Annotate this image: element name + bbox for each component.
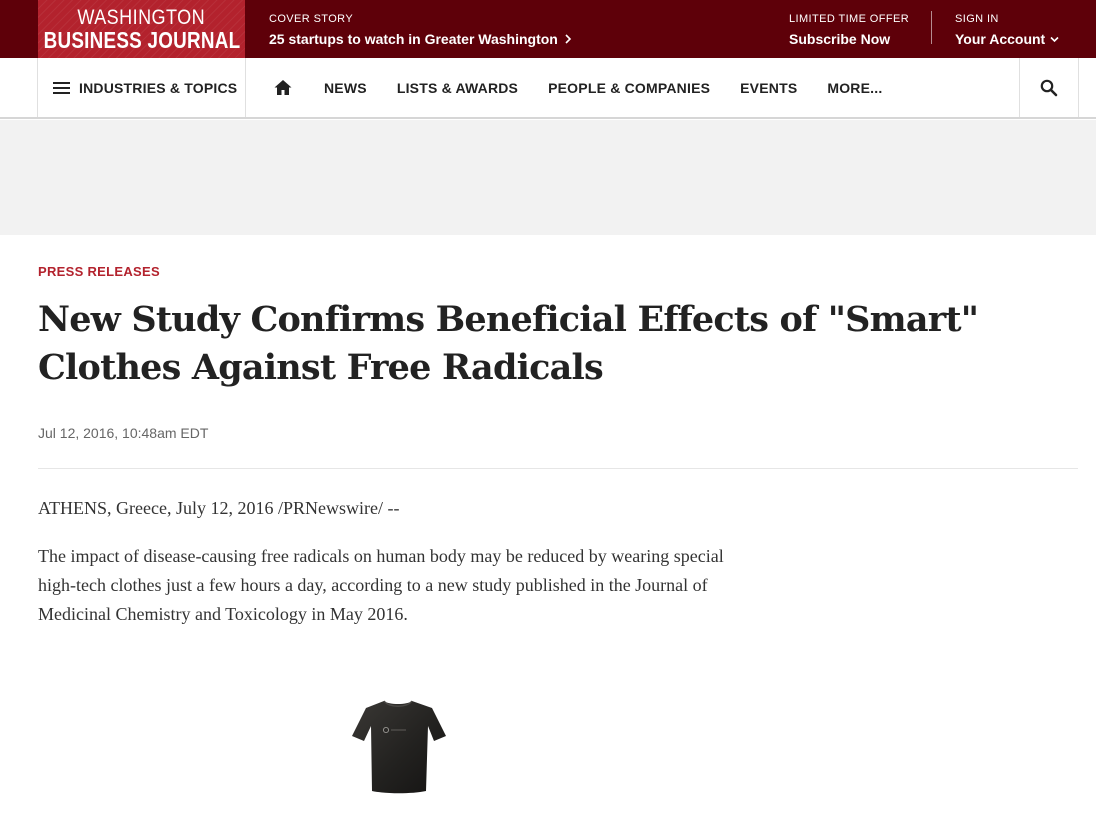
subscribe-now-link[interactable]: Subscribe Now [789, 29, 909, 49]
nav-links: NEWS LISTS & AWARDS PEOPLE & COMPANIES E… [273, 58, 912, 117]
cover-story-title[interactable]: 25 startups to watch in Greater Washingt… [269, 29, 572, 49]
industries-topics-menu[interactable]: INDUSTRIES & TOPICS [37, 58, 246, 117]
your-account-dropdown[interactable]: Your Account [955, 29, 1059, 49]
offer-eyebrow: LIMITED TIME OFFER [789, 13, 910, 25]
subscribe-offer[interactable]: LIMITED TIME OFFER Subscribe Now [789, 12, 909, 49]
topbar-divider [931, 11, 932, 44]
search-icon [1040, 79, 1058, 96]
article-divider [38, 468, 1078, 469]
industries-topics-label: INDUSTRIES & TOPICS [79, 79, 238, 96]
ad-banner-slot [0, 120, 1096, 235]
site-logo[interactable]: WASHINGTON BUSINESS JOURNAL [38, 0, 245, 58]
logo-line-1: WASHINGTON [77, 5, 206, 29]
nav-more[interactable]: MORE... [827, 80, 882, 96]
hamburger-icon [53, 81, 70, 94]
sign-in-menu[interactable]: SIGN IN Your Account [955, 12, 1059, 49]
cover-story-title-text: 25 startups to watch in Greater Washingt… [269, 31, 558, 47]
your-account-label: Your Account [955, 31, 1046, 47]
sign-in-eyebrow: SIGN IN [955, 13, 999, 25]
chevron-down-icon [1050, 36, 1059, 42]
article-headline: New Study Confirms Beneficial Effects of… [38, 299, 979, 388]
nav-people-companies[interactable]: PEOPLE & COMPANIES [548, 80, 710, 96]
article-date: Jul 12, 2016, 10:48am EDT [38, 425, 209, 441]
main-nav: INDUSTRIES & TOPICS NEWS LISTS & AWARDS … [0, 58, 1096, 119]
home-icon[interactable] [273, 78, 293, 98]
tshirt-product-image [352, 700, 446, 794]
cover-story-link[interactable]: COVER STORY 25 startups to watch in Grea… [269, 12, 572, 49]
nav-events[interactable]: EVENTS [740, 80, 797, 96]
nav-news[interactable]: NEWS [324, 80, 367, 96]
article-section-kicker[interactable]: PRESS RELEASES [38, 264, 160, 279]
article-location-line: ATHENS, Greece, July 12, 2016 /PRNewswir… [38, 498, 400, 518]
search-button[interactable] [1019, 58, 1079, 117]
chevron-right-icon [565, 34, 571, 44]
top-bar: WASHINGTON BUSINESS JOURNAL COVER STORY … [0, 0, 1096, 58]
cover-story-eyebrow: COVER STORY [269, 13, 354, 25]
article-paragraph: The impact of disease-causing free radic… [38, 546, 724, 624]
nav-lists-awards[interactable]: LISTS & AWARDS [397, 80, 518, 96]
logo-line-2: BUSINESS JOURNAL [43, 26, 240, 53]
